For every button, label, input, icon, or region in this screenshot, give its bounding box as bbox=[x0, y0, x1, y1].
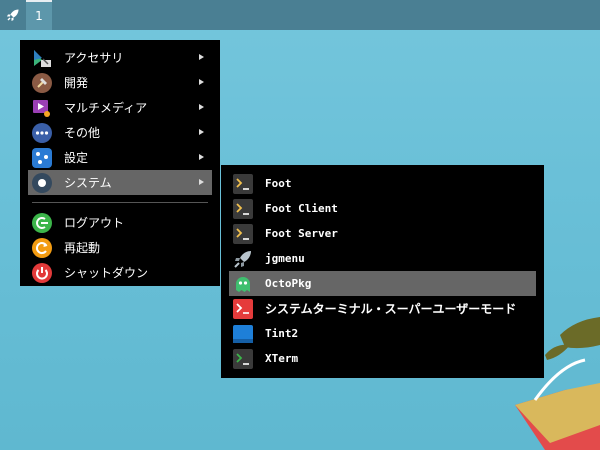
xterm-icon bbox=[233, 348, 253, 369]
other-icon bbox=[32, 122, 52, 143]
multimedia-icon bbox=[32, 98, 52, 118]
menu-item-label: マルチメディア bbox=[64, 101, 148, 115]
menu-item-shutdown[interactable]: シャットダウン bbox=[28, 260, 212, 285]
menu-item-label: アクセサリ bbox=[64, 51, 124, 65]
submenu-item-tint2[interactable]: Tint2 bbox=[229, 321, 536, 346]
menu-item-reboot[interactable]: 再起動 bbox=[28, 235, 212, 260]
submenu-item-label: システムターミナル・スーパーユーザーモード bbox=[265, 302, 517, 316]
power-icon bbox=[32, 262, 52, 283]
submenu-item-foot-client[interactable]: Foot Client bbox=[229, 196, 536, 221]
top-panel: 1 bbox=[0, 0, 600, 30]
panel-icon bbox=[233, 324, 253, 344]
terminal-icon bbox=[233, 198, 253, 219]
submenu-item-label: Foot Server bbox=[265, 227, 338, 240]
menu-item-label: シャットダウン bbox=[64, 266, 149, 280]
reboot-icon bbox=[32, 237, 52, 258]
settings-icon bbox=[32, 147, 52, 168]
rocket-icon bbox=[7, 9, 19, 21]
system-icon bbox=[32, 172, 52, 193]
accessories-icon bbox=[32, 48, 52, 68]
menu-item-development[interactable]: 開発 bbox=[28, 70, 212, 95]
menu-separator bbox=[32, 202, 208, 203]
submenu-item-label: OctoPkg bbox=[265, 277, 312, 290]
main-menu: アクセサリ 開発 マルチメディア その他 設定 システム ログアウト 再起動 シ… bbox=[20, 40, 220, 286]
menu-item-label: その他 bbox=[64, 126, 101, 140]
submenu-item-octopkg[interactable]: OctoPkg bbox=[229, 271, 536, 296]
submenu-item-label: Tint2 bbox=[265, 327, 299, 340]
menu-item-multimedia[interactable]: マルチメディア bbox=[28, 95, 212, 120]
workspace-1-button[interactable]: 1 bbox=[26, 0, 52, 30]
menu-item-logout[interactable]: ログアウト bbox=[28, 210, 212, 235]
terminal-icon bbox=[233, 173, 253, 194]
menu-item-label: 開発 bbox=[64, 76, 89, 90]
menu-item-settings[interactable]: 設定 bbox=[28, 145, 212, 170]
development-icon bbox=[32, 72, 52, 93]
submenu-item-label: Foot bbox=[265, 177, 292, 190]
root-terminal-icon bbox=[233, 298, 253, 319]
submenu-arrow-icon bbox=[199, 179, 204, 185]
menu-item-system[interactable]: システム bbox=[28, 170, 212, 195]
submenu-item-label: jgmenu bbox=[265, 252, 305, 265]
submenu-item-foot[interactable]: Foot bbox=[229, 171, 536, 196]
system-submenu: Foot Foot Client Foot Server jgmenu Octo… bbox=[221, 165, 544, 378]
submenu-item-xterm[interactable]: XTerm bbox=[229, 346, 536, 371]
submenu-arrow-icon bbox=[199, 54, 204, 60]
menu-item-other[interactable]: その他 bbox=[28, 120, 212, 145]
rocket-icon bbox=[233, 249, 253, 269]
submenu-item-label: Foot Client bbox=[265, 202, 338, 215]
workspace-label: 1 bbox=[35, 9, 43, 23]
app-launcher-button[interactable] bbox=[0, 0, 26, 30]
submenu-item-jgmenu[interactable]: jgmenu bbox=[229, 246, 536, 271]
menu-item-accessories[interactable]: アクセサリ bbox=[28, 45, 212, 70]
submenu-arrow-icon bbox=[199, 79, 204, 85]
terminal-icon bbox=[233, 223, 253, 244]
submenu-arrow-icon bbox=[199, 129, 204, 135]
menu-item-label: システム bbox=[64, 176, 112, 190]
submenu-item-foot-server[interactable]: Foot Server bbox=[229, 221, 536, 246]
submenu-item-root-terminal[interactable]: システムターミナル・スーパーユーザーモード bbox=[229, 296, 536, 321]
submenu-arrow-icon bbox=[199, 154, 204, 160]
menu-item-label: 再起動 bbox=[64, 241, 101, 255]
logout-icon bbox=[32, 212, 52, 233]
submenu-arrow-icon bbox=[199, 104, 204, 110]
submenu-item-label: XTerm bbox=[265, 352, 299, 365]
menu-item-label: 設定 bbox=[64, 151, 89, 165]
octopkg-icon bbox=[233, 274, 253, 294]
menu-item-label: ログアウト bbox=[64, 216, 125, 230]
